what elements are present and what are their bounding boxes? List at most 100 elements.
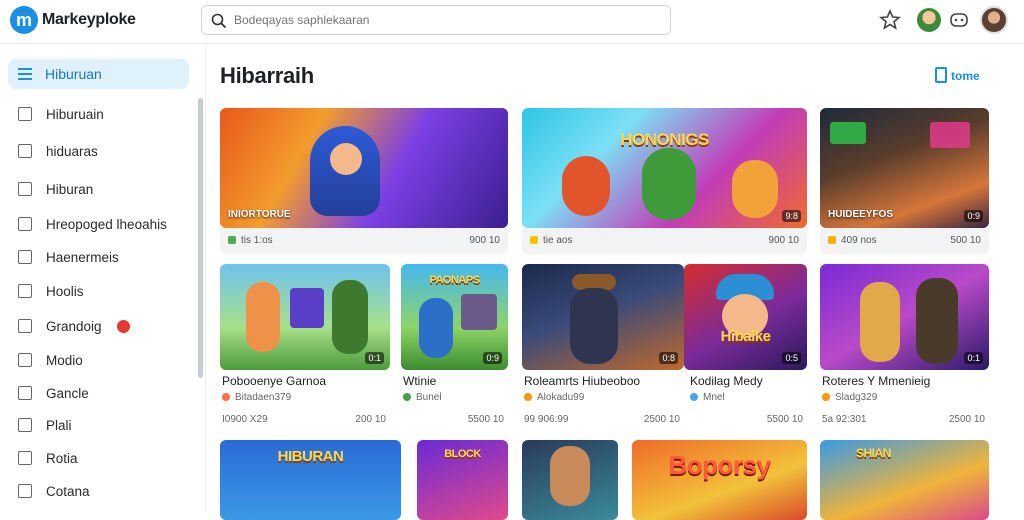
meta-right-text: 500 10 bbox=[950, 235, 981, 246]
meta-left-text: 409 nos bbox=[841, 235, 877, 246]
card-subtitle-text: Bitadaen379 bbox=[235, 392, 292, 403]
gamepad-icon[interactable] bbox=[947, 8, 971, 32]
game-thumbnail[interactable]: Boporsy bbox=[632, 440, 807, 520]
sidebar-item-6[interactable]: Hoolis bbox=[8, 278, 189, 306]
game-art-title: SHIAN bbox=[856, 446, 891, 460]
character-left bbox=[246, 282, 280, 352]
meta-left-text: tis 1:os bbox=[241, 235, 273, 246]
tag-icon bbox=[530, 236, 538, 244]
game-card-8[interactable] bbox=[522, 440, 618, 520]
play-count: 0:9 bbox=[964, 210, 983, 222]
character-right bbox=[332, 280, 368, 354]
character-avatar[interactable] bbox=[917, 8, 941, 32]
card-footer-right: 2500 10 bbox=[643, 414, 680, 425]
sidebar-item-label: Hreopoged lheoahis bbox=[46, 217, 167, 232]
sidebar-item-4[interactable]: Hreopoged lheoahis bbox=[8, 211, 189, 239]
game-card-1[interactable]: 0:1 Pobooenye Garnoa Bitadaen379 I0900 X… bbox=[220, 264, 390, 434]
sidebar-item-8[interactable]: Modio bbox=[8, 347, 189, 375]
menu-icon bbox=[18, 68, 32, 80]
card-footer-right: 5500 10 bbox=[766, 414, 803, 425]
card-meta-left: tie aos bbox=[530, 235, 572, 246]
game-object bbox=[461, 294, 497, 330]
user-avatar[interactable] bbox=[980, 6, 1008, 34]
featured-card-1[interactable]: INIORTORUE tis 1:os 900 10 bbox=[220, 108, 508, 255]
card-title: Roleamrts Hiubeoboo bbox=[524, 374, 641, 388]
game-thumbnail[interactable]: HUIDEEYFOS 0:9 bbox=[820, 108, 989, 228]
character bbox=[419, 298, 453, 358]
card-title: Kodilag Medy bbox=[690, 374, 763, 388]
sidebar-item-label: Modio bbox=[46, 353, 83, 368]
card-subtitle: Bunel bbox=[403, 392, 442, 403]
character bbox=[570, 288, 618, 364]
play-count: 0:1 bbox=[964, 352, 983, 364]
tag-icon bbox=[828, 236, 836, 244]
sidebar-item-3[interactable]: Hiburan bbox=[8, 176, 189, 204]
sidebar-item-label: Hiburan bbox=[46, 182, 94, 197]
developer-icon bbox=[822, 393, 830, 401]
game-card-3[interactable]: 0:8 Roleamrts Hiubeoboo Alokadu99 99 906… bbox=[522, 264, 684, 434]
game-thumbnail[interactable]: HONONIGS 9:8 bbox=[522, 108, 807, 228]
game-card-5[interactable]: 0:1 Roteres Y Mmenieig Sladg329 5a 92:30… bbox=[820, 264, 989, 434]
card-footer-left: I0900 X29 bbox=[222, 414, 268, 425]
card-meta: tis 1:os 900 10 bbox=[220, 230, 508, 252]
sidebar-item-10[interactable]: Plali bbox=[8, 412, 189, 440]
sidebar-item-7[interactable]: Grandoig bbox=[8, 313, 189, 341]
search-icon bbox=[211, 13, 227, 29]
game-card-9[interactable]: Boporsy bbox=[632, 440, 807, 520]
game-thumbnail[interactable]: 0:1 bbox=[220, 264, 390, 370]
sidebar-item-9[interactable]: Gancle bbox=[8, 380, 189, 408]
sidebar-item-active[interactable]: Hiburuan bbox=[8, 59, 189, 89]
game-thumbnail[interactable] bbox=[522, 440, 618, 520]
sidebar-item-label: Rotia bbox=[46, 451, 78, 466]
brand-name[interactable]: Markeyploke bbox=[42, 11, 136, 29]
card-title: Roteres Y Mmenieig bbox=[822, 374, 931, 388]
search-box[interactable] bbox=[201, 5, 671, 35]
game-thumbnail[interactable]: 0:1 bbox=[820, 264, 989, 370]
neon-sign bbox=[830, 122, 866, 144]
square-icon bbox=[18, 353, 32, 367]
game-card-10[interactable]: SHIAN bbox=[820, 440, 989, 520]
crop-icon bbox=[18, 217, 32, 231]
card-subtitle: Sladg329 bbox=[822, 392, 877, 403]
character-left bbox=[562, 156, 610, 216]
card-subtitle: Alokadu99 bbox=[524, 392, 584, 403]
chart-icon bbox=[18, 284, 32, 298]
sidebar-item-2[interactable]: hiduaras bbox=[8, 138, 189, 166]
game-thumbnail[interactable]: HIBURAN bbox=[220, 440, 401, 520]
gift-icon bbox=[18, 319, 32, 333]
sidebar-item-1[interactable]: Hiburuain bbox=[8, 101, 189, 129]
game-thumbnail[interactable]: BLOCK bbox=[417, 440, 508, 520]
featured-card-2[interactable]: HONONIGS 9:8 tie aos 900 10 bbox=[522, 108, 807, 255]
game-thumbnail[interactable]: INIORTORUE bbox=[220, 108, 508, 228]
sidebar-item-11[interactable]: Rotia bbox=[8, 445, 189, 473]
tag-icon bbox=[228, 236, 236, 244]
shield-icon bbox=[18, 451, 32, 465]
character-left bbox=[860, 282, 900, 362]
search-input[interactable] bbox=[234, 10, 654, 30]
play-count: 9:8 bbox=[782, 210, 801, 222]
tablet-icon bbox=[935, 67, 947, 83]
game-thumbnail[interactable]: PAONAPS 0:9 bbox=[401, 264, 508, 370]
game-thumbnail[interactable]: 0:8 bbox=[522, 264, 684, 370]
sidebar-item-12[interactable]: Cotana bbox=[8, 478, 189, 506]
sidebar-item-label: Haenermeis bbox=[46, 250, 119, 265]
game-card-7[interactable]: BLOCK bbox=[417, 440, 508, 520]
play-count: 0:8 bbox=[659, 352, 678, 364]
game-card-2[interactable]: PAONAPS 0:9 Wtinie Bunel 5500 10 bbox=[401, 264, 508, 434]
game-thumbnail[interactable]: SHIAN bbox=[820, 440, 989, 520]
featured-card-3[interactable]: HUIDEEYFOS 0:9 409 nos 500 10 bbox=[820, 108, 989, 255]
box-icon bbox=[18, 386, 32, 400]
sidebar-scrollbar[interactable] bbox=[198, 98, 203, 378]
game-thumbnail[interactable]: Hibalke 0:5 bbox=[684, 264, 807, 370]
star-icon[interactable] bbox=[878, 8, 902, 32]
more-link[interactable]: tome bbox=[935, 67, 980, 83]
app-logo[interactable]: m bbox=[10, 6, 38, 34]
game-card-4[interactable]: Hibalke 0:5 Kodilag Medy Mnel 5500 10 bbox=[684, 264, 807, 434]
image-icon bbox=[18, 144, 32, 158]
card-subtitle-text: Mnel bbox=[703, 392, 725, 403]
game-card-6[interactable]: HIBURAN bbox=[220, 440, 401, 520]
sidebar-item-5[interactable]: Haenermeis bbox=[8, 244, 189, 272]
card-subtitle-text: Sladg329 bbox=[835, 392, 878, 403]
character-right bbox=[732, 160, 778, 218]
sidebar: Hiburuan Hiburuain hiduaras Hiburan Hreo… bbox=[0, 45, 206, 512]
